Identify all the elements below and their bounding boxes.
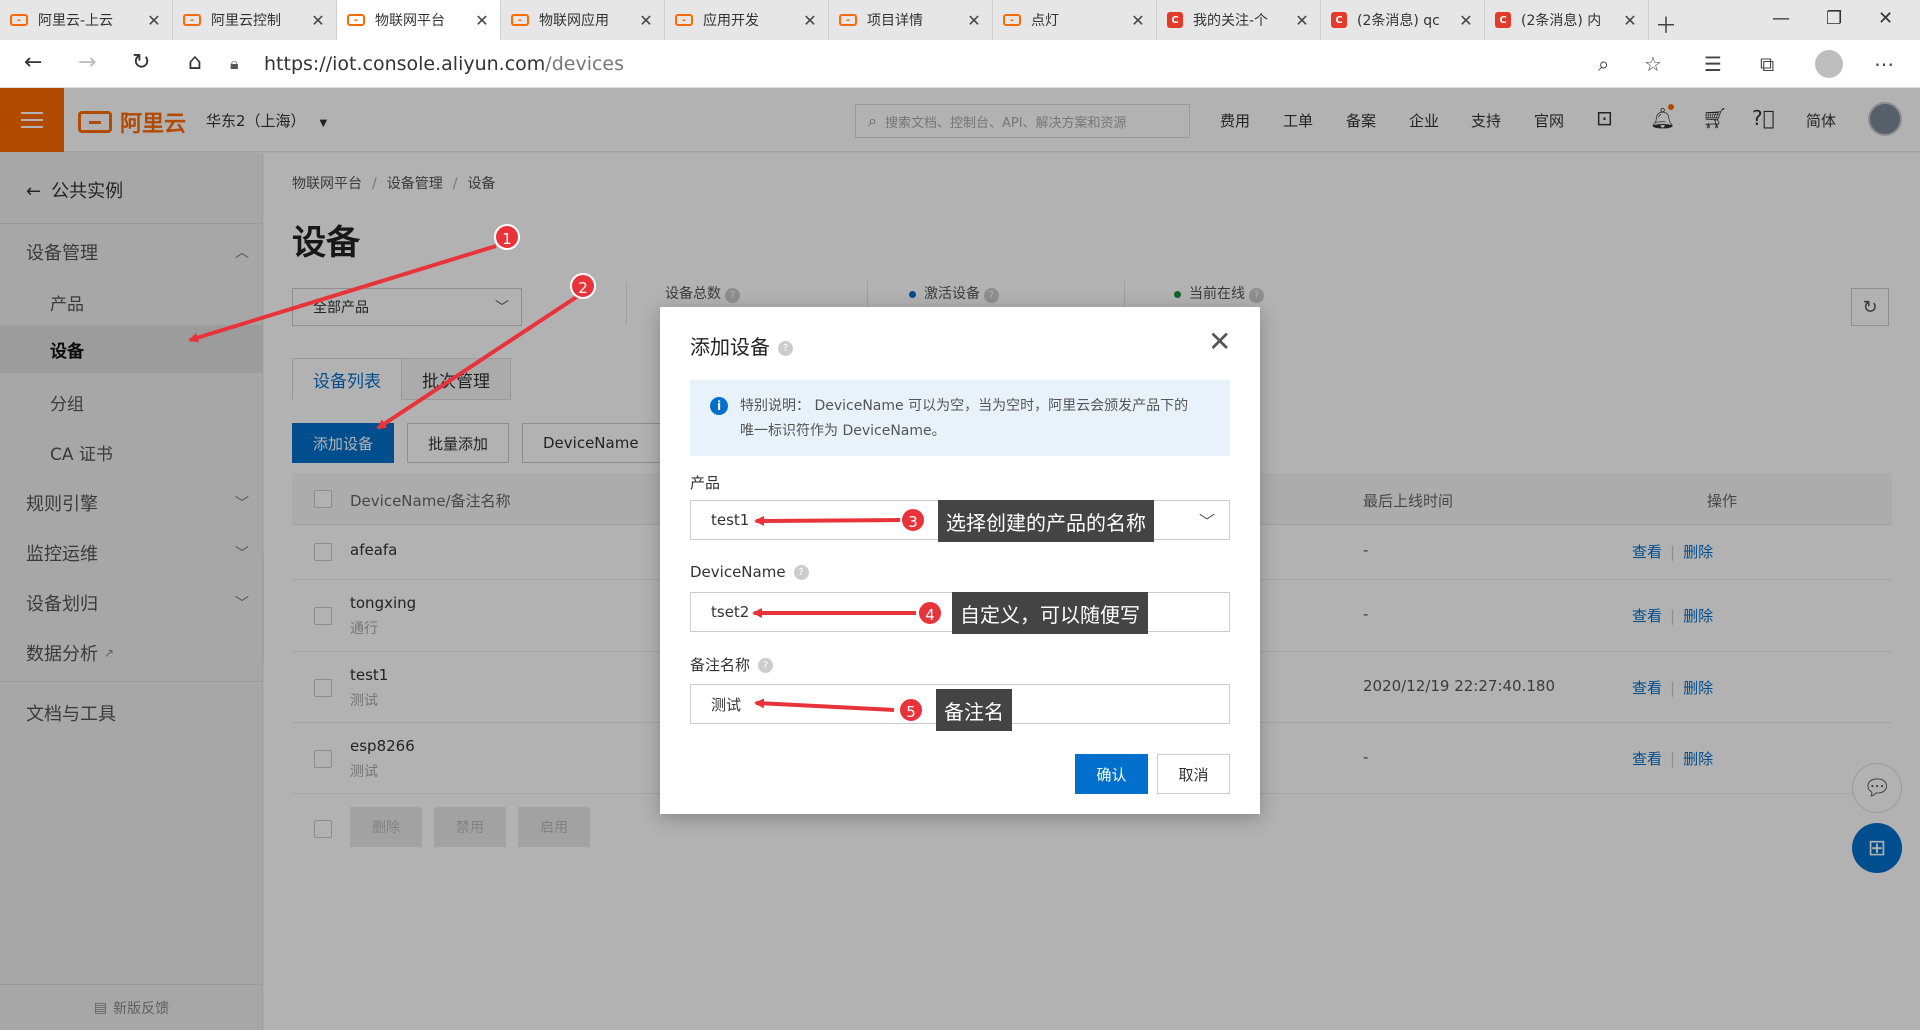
csdn-icon: C: [1495, 12, 1511, 28]
tab-title: 应用开发: [703, 13, 759, 29]
browser-tab[interactable]: - 阿里云控制 ✕: [173, 0, 337, 40]
close-icon[interactable]: ✕: [146, 11, 162, 30]
tab-title: (2条消息) qc: [1357, 13, 1440, 29]
remark-value: 测试: [711, 695, 742, 714]
tab-title: (2条消息) 内: [1521, 13, 1602, 29]
aliyun-icon: -: [1003, 14, 1021, 26]
aliyun-icon: -: [10, 14, 28, 26]
home-icon[interactable]: ⌂: [188, 50, 202, 75]
close-icon[interactable]: ✕: [1294, 11, 1310, 30]
minimize-icon[interactable]: —: [1772, 8, 1790, 29]
csdn-icon: C: [1167, 12, 1183, 28]
annotation-badge-1: 1: [494, 224, 520, 250]
url-host: https://iot.console.aliyun.com: [264, 53, 546, 75]
tab-title: 阿里云控制: [211, 13, 281, 29]
close-icon[interactable]: ✕: [1130, 11, 1146, 30]
close-icon[interactable]: ✕: [310, 11, 326, 30]
remark-label: 备注名称?: [690, 654, 774, 675]
remark-label-text: 备注名称: [690, 656, 751, 674]
tab-title: 阿里云-上云: [38, 13, 114, 29]
browser-tab[interactable]: - 应用开发 ✕: [665, 0, 829, 40]
close-icon[interactable]: ✕: [966, 11, 982, 30]
confirm-button[interactable]: 确认: [1075, 754, 1148, 794]
new-tab-icon[interactable]: ＋: [1655, 8, 1677, 40]
notice-box: i 特别说明： DeviceName 可以为空，当为空时，阿里云会颁发产品下的 …: [690, 380, 1230, 456]
close-icon[interactable]: ✕: [1622, 11, 1638, 30]
devicename-label: DeviceName?: [690, 563, 809, 581]
url-text: https://iot.console.aliyun.com/devices: [264, 53, 624, 75]
favorites-icon[interactable]: ☰: [1704, 52, 1722, 76]
tab-title: 物联网平台: [375, 13, 445, 29]
tab-title: 物联网应用: [539, 13, 609, 29]
aliyun-icon: -: [839, 14, 857, 26]
csdn-icon: C: [1331, 12, 1347, 28]
product-value: test1: [711, 511, 750, 529]
annotation-badge-2: 2: [570, 273, 596, 299]
annotation-badge-5: 5: [898, 697, 924, 723]
annotation-tip-remark: 备注名: [936, 689, 1012, 731]
browser-tab[interactable]: C (2条消息) 内 ✕: [1485, 0, 1649, 40]
annotation-tip-devicename: 自定义，可以随便写: [952, 592, 1148, 634]
close-icon[interactable]: ✕: [1208, 325, 1231, 358]
forward-icon[interactable]: →: [78, 50, 96, 75]
back-icon[interactable]: ←: [24, 50, 42, 75]
browser-tab[interactable]: - 物联网应用 ✕: [501, 0, 665, 40]
browser-tab[interactable]: - 阿里云-上云 ✕: [0, 0, 173, 40]
close-icon[interactable]: ✕: [638, 11, 654, 30]
restore-icon[interactable]: ❐: [1826, 8, 1842, 29]
browser-tab[interactable]: C 我的关注-个 ✕: [1157, 0, 1321, 40]
tab-title: 项目详情: [867, 13, 923, 29]
devicename-value: tset2: [711, 603, 750, 621]
cancel-button[interactable]: 取消: [1157, 754, 1230, 794]
collections-icon[interactable]: ⧉: [1760, 52, 1774, 76]
chevron-down-icon: ﹀: [1198, 512, 1215, 531]
devicename-label-text: DeviceName: [690, 563, 786, 581]
help-icon[interactable]: ?: [758, 658, 774, 673]
annotation-badge-4: 4: [917, 600, 943, 626]
zoom-icon[interactable]: ⌕: [1598, 52, 1609, 76]
notice-line: 唯一标识符作为 DeviceName。: [740, 423, 946, 439]
reload-icon[interactable]: ↻: [132, 50, 150, 75]
more-icon[interactable]: ⋯: [1874, 52, 1894, 76]
add-device-dialog: 添加设备? ✕ i 特别说明： DeviceName 可以为空，当为空时，阿里云…: [660, 307, 1260, 814]
close-icon[interactable]: ✕: [802, 11, 818, 30]
browser-tab[interactable]: C (2条消息) qc ✕: [1321, 0, 1485, 40]
url-field[interactable]: 🔒︎ https://iot.console.aliyun.com/device…: [230, 48, 1680, 80]
dialog-title-text: 添加设备: [690, 335, 770, 359]
annotation-badge-3: 3: [900, 507, 926, 533]
aliyun-icon: -: [183, 14, 201, 26]
help-icon[interactable]: ?: [793, 565, 809, 580]
window-close-icon[interactable]: ✕: [1878, 8, 1893, 29]
browser-tab[interactable]: - 点灯 ✕: [993, 0, 1157, 40]
close-icon[interactable]: ✕: [1458, 11, 1474, 30]
notice-line: 特别说明： DeviceName 可以为空，当为空时，阿里云会颁发产品下的: [740, 398, 1189, 414]
browser-tab-active[interactable]: - 物联网平台 ✕: [337, 0, 501, 40]
dialog-title: 添加设备?: [690, 331, 793, 360]
url-path: /devices: [545, 53, 625, 75]
product-label: 产品: [690, 474, 721, 492]
aliyun-icon: -: [511, 14, 529, 26]
profile-icon[interactable]: [1815, 50, 1843, 78]
tab-title: 点灯: [1031, 13, 1059, 29]
star-icon[interactable]: ☆: [1644, 52, 1662, 76]
info-icon: i: [710, 397, 728, 415]
annotation-tip-product: 选择创建的产品的名称: [938, 500, 1154, 542]
browser-tab[interactable]: - 项目详情 ✕: [829, 0, 993, 40]
help-icon[interactable]: ?: [778, 341, 793, 356]
lock-icon: 🔒︎: [230, 54, 239, 73]
aliyun-icon: -: [675, 14, 693, 26]
address-bar: ← → ↻ ⌂ 🔒︎ https://iot.console.aliyun.co…: [0, 40, 1920, 88]
close-icon[interactable]: ✕: [474, 11, 490, 30]
browser-tab-bar: - 阿里云-上云 ✕ - 阿里云控制 ✕ - 物联网平台 ✕ - 物联网应用 ✕…: [0, 0, 1920, 40]
tab-title: 我的关注-个: [1193, 13, 1269, 29]
aliyun-icon: -: [347, 14, 365, 26]
